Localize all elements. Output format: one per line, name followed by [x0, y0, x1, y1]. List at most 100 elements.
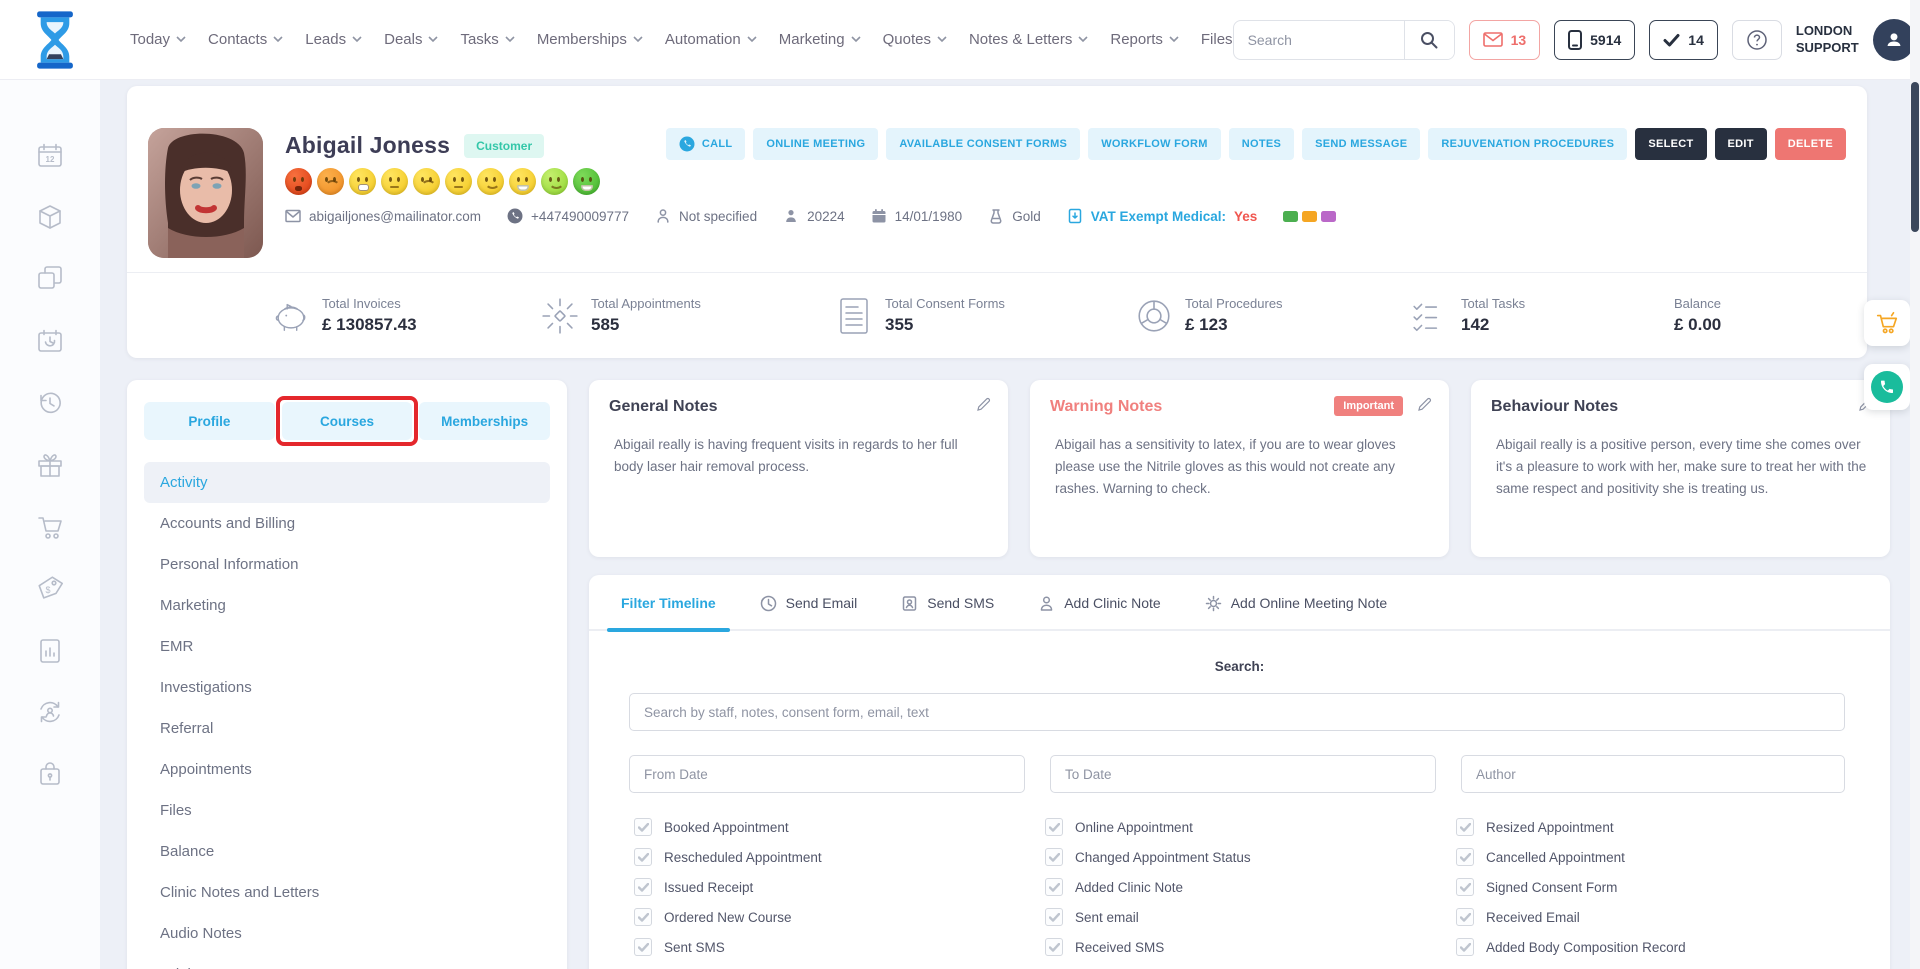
author-input[interactable]: [1461, 755, 1845, 793]
email-item[interactable]: abigailjones@mailinator.com: [285, 208, 481, 224]
select-button[interactable]: SELECT: [1635, 128, 1706, 160]
nav-tasks[interactable]: Tasks: [460, 31, 514, 48]
filter-online-appointment[interactable]: Online Appointment: [1045, 818, 1456, 836]
emoji-slight-smile[interactable]: [477, 168, 504, 195]
tab-courses[interactable]: Courses: [282, 402, 413, 440]
menu-drinks[interactable]: Drinks: [144, 954, 550, 969]
vertical-scrollbar[interactable]: [1910, 0, 1920, 969]
timeline-search-input[interactable]: [629, 693, 1845, 731]
send-message-button[interactable]: SEND MESSAGE: [1302, 128, 1420, 160]
search-button[interactable]: [1404, 20, 1454, 60]
menu-audio-notes[interactable]: Audio Notes: [144, 913, 550, 954]
menu-activity[interactable]: Activity: [144, 462, 550, 503]
menu-clinic-notes-and-letters[interactable]: Clinic Notes and Letters: [144, 872, 550, 913]
tab-send-email[interactable]: Send Email: [760, 576, 858, 630]
online-meeting-button[interactable]: ONLINE MEETING: [753, 128, 878, 160]
filter-resized-appointment[interactable]: Resized Appointment: [1456, 818, 1864, 836]
from-date-input[interactable]: [629, 755, 1025, 793]
available-consent-forms-button[interactable]: AVAILABLE CONSENT FORMS: [886, 128, 1080, 160]
filter-booked-appointment[interactable]: Booked Appointment: [634, 818, 1045, 836]
gift-icon[interactable]: [36, 451, 64, 479]
copy-icon[interactable]: [36, 264, 64, 292]
menu-appointments[interactable]: Appointments: [144, 749, 550, 790]
edit-note-icon[interactable]: [975, 396, 992, 413]
price-tag-icon[interactable]: $: [36, 574, 64, 602]
filter-changed-appointment-status[interactable]: Changed Appointment Status: [1045, 848, 1456, 866]
nav-marketing[interactable]: Marketing: [779, 31, 861, 48]
menu-investigations[interactable]: Investigations: [144, 667, 550, 708]
filter-signed-consent-form[interactable]: Signed Consent Form: [1456, 878, 1864, 896]
filter-sent-email[interactable]: Sent email: [1045, 908, 1456, 926]
emoji-upset[interactable]: [317, 168, 344, 195]
filter-rescheduled-appointment[interactable]: Rescheduled Appointment: [634, 848, 1045, 866]
nav-deals[interactable]: Deals: [384, 31, 438, 48]
nav-automation[interactable]: Automation: [665, 31, 757, 48]
tab-memberships[interactable]: Memberships: [419, 402, 550, 440]
nav-today[interactable]: Today: [130, 31, 186, 48]
emoji-neutral[interactable]: [381, 168, 408, 195]
filter-received-email[interactable]: Received Email: [1456, 908, 1864, 926]
menu-personal-information[interactable]: Personal Information: [144, 544, 550, 585]
emoji-grin[interactable]: [573, 168, 600, 195]
report-icon[interactable]: [36, 637, 64, 665]
tag-green[interactable]: [1283, 211, 1298, 222]
edit-button[interactable]: EDIT: [1715, 128, 1767, 160]
messages-badge[interactable]: 13: [1469, 20, 1541, 60]
rejuvenation-procedures-button[interactable]: REJUVENATION PROCEDURES: [1428, 128, 1627, 160]
filter-cancelled-appointment[interactable]: Cancelled Appointment: [1456, 848, 1864, 866]
edit-note-icon[interactable]: [1416, 396, 1433, 413]
cart-icon[interactable]: [36, 513, 64, 541]
filter-sent-sms[interactable]: Sent SMS: [634, 938, 1045, 956]
call-button[interactable]: CALL: [666, 128, 746, 160]
filter-issued-receipt[interactable]: Issued Receipt: [634, 878, 1045, 896]
nav-quotes[interactable]: Quotes: [883, 31, 947, 48]
to-date-input[interactable]: [1050, 755, 1436, 793]
package-icon[interactable]: [36, 203, 64, 231]
scrollbar-thumb[interactable]: [1911, 82, 1919, 232]
menu-emr[interactable]: EMR: [144, 626, 550, 667]
user-avatar[interactable]: [1873, 19, 1915, 61]
person-sync-icon[interactable]: [36, 698, 64, 726]
workflow-form-button[interactable]: WORKFLOW FORM: [1088, 128, 1221, 160]
emoji-angry[interactable]: [285, 168, 312, 195]
delete-button[interactable]: DELETE: [1775, 128, 1846, 160]
global-search-input[interactable]: [1234, 32, 1404, 48]
phone-item[interactable]: +447490009777: [507, 208, 629, 224]
emoji-neutral[interactable]: [445, 168, 472, 195]
nav-notes-letters[interactable]: Notes & Letters: [969, 31, 1088, 48]
tab-filter-timeline[interactable]: Filter Timeline: [621, 576, 716, 630]
nav-files[interactable]: Files: [1201, 31, 1233, 48]
nav-contacts[interactable]: Contacts: [208, 31, 283, 48]
tab-send-sms[interactable]: Send SMS: [901, 576, 994, 630]
tag-orange[interactable]: [1302, 211, 1317, 222]
notes-button[interactable]: NOTES: [1229, 128, 1294, 160]
emoji-grimace[interactable]: [349, 168, 376, 195]
app-logo-icon[interactable]: [26, 9, 84, 71]
menu-files[interactable]: Files: [144, 790, 550, 831]
tasks-badge[interactable]: 14: [1649, 20, 1718, 60]
nav-memberships[interactable]: Memberships: [537, 31, 643, 48]
menu-referral[interactable]: Referral: [144, 708, 550, 749]
lock-icon[interactable]: [36, 760, 64, 788]
tab-add-clinic-note[interactable]: Add Clinic Note: [1038, 576, 1161, 630]
tag-purple[interactable]: [1321, 211, 1336, 222]
history-icon[interactable]: [36, 389, 64, 417]
floating-phone-button[interactable]: [1864, 364, 1910, 410]
menu-accounts-and-billing[interactable]: Accounts and Billing: [144, 503, 550, 544]
emoji-open-smile[interactable]: [509, 168, 536, 195]
floating-cart-button[interactable]: [1864, 300, 1910, 346]
filter-added-clinic-note[interactable]: Added Clinic Note: [1045, 878, 1456, 896]
nav-leads[interactable]: Leads: [305, 31, 362, 48]
tab-profile[interactable]: Profile: [144, 402, 275, 440]
menu-balance[interactable]: Balance: [144, 831, 550, 872]
emoji-frown[interactable]: [413, 168, 440, 195]
emoji-smile[interactable]: [541, 168, 568, 195]
calls-badge[interactable]: 5914: [1554, 20, 1635, 60]
calendar-return-icon[interactable]: [36, 327, 64, 355]
help-button[interactable]: [1732, 20, 1782, 60]
filter-added-body-composition-record[interactable]: Added Body Composition Record: [1456, 938, 1864, 956]
menu-marketing[interactable]: Marketing: [144, 585, 550, 626]
filter-ordered-new-course[interactable]: Ordered New Course: [634, 908, 1045, 926]
tab-add-online-meeting-note[interactable]: Add Online Meeting Note: [1205, 576, 1387, 630]
calendar-icon[interactable]: 12: [36, 142, 64, 170]
